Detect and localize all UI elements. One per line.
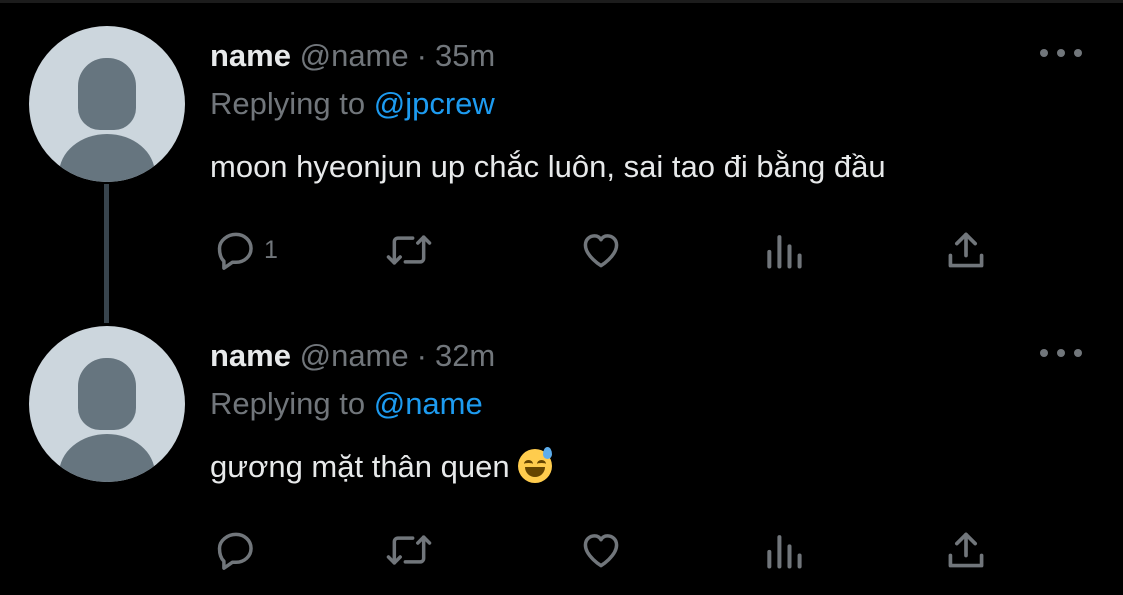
separator: · (416, 38, 427, 73)
tweet-actions (210, 526, 1010, 574)
tweet-header: name @name · 35m (210, 36, 495, 76)
replying-prefix: Replying to (210, 386, 366, 421)
avatar[interactable] (29, 326, 185, 482)
retweet-icon (386, 535, 432, 565)
tweet-text: moon hyeonjun up chắc luôn, sai tao đi b… (210, 149, 886, 184)
tweet[interactable]: name @name · 32m Replying to @name gương m… (0, 300, 1123, 595)
retweet-button[interactable] (384, 526, 434, 574)
retweet-icon (386, 235, 432, 265)
share-button[interactable] (944, 226, 988, 274)
views-button[interactable] (762, 526, 806, 574)
replying-to: Replying to @jpcrew (210, 84, 495, 124)
share-icon (948, 232, 984, 268)
replying-to: Replying to @name (210, 384, 483, 424)
reply-button[interactable]: 1 (214, 226, 278, 274)
reply-icon (217, 232, 253, 270)
like-button[interactable] (578, 226, 624, 274)
views-icon (767, 535, 802, 569)
like-button[interactable] (578, 526, 624, 574)
replying-prefix: Replying to (210, 86, 366, 121)
user-handle[interactable]: @name (300, 38, 409, 73)
like-icon (583, 534, 619, 568)
grinning-face-with-sweat-icon (517, 447, 552, 483)
reply-button[interactable] (214, 526, 264, 574)
like-icon (583, 234, 619, 268)
mention-link[interactable]: @name (374, 386, 483, 421)
more-icon[interactable] (1040, 344, 1082, 362)
user-handle[interactable]: @name (300, 338, 409, 373)
tweet-actions: 1 (210, 226, 1010, 274)
mention-link[interactable]: @jpcrew (374, 86, 495, 121)
timestamp[interactable]: 35m (435, 38, 495, 73)
tweet-header: name @name · 32m (210, 336, 495, 376)
retweet-button[interactable] (384, 226, 434, 274)
reply-icon (217, 532, 253, 570)
display-name[interactable]: name (210, 338, 291, 373)
separator: · (416, 338, 427, 373)
views-button[interactable] (762, 226, 806, 274)
timestamp[interactable]: 32m (435, 338, 495, 373)
display-name[interactable]: name (210, 38, 291, 73)
tweet-text: gương mặt thân quen (210, 449, 510, 484)
more-icon[interactable] (1040, 44, 1082, 62)
tweet[interactable]: name @name · 35m Replying to @jpcrew moon … (0, 0, 1123, 323)
views-icon (767, 235, 802, 269)
avatar[interactable] (29, 26, 185, 182)
tweet-text-container: gương mặt thân quen (210, 446, 552, 488)
reply-count: 1 (264, 236, 278, 264)
share-icon (948, 532, 984, 568)
share-button[interactable] (944, 526, 988, 574)
